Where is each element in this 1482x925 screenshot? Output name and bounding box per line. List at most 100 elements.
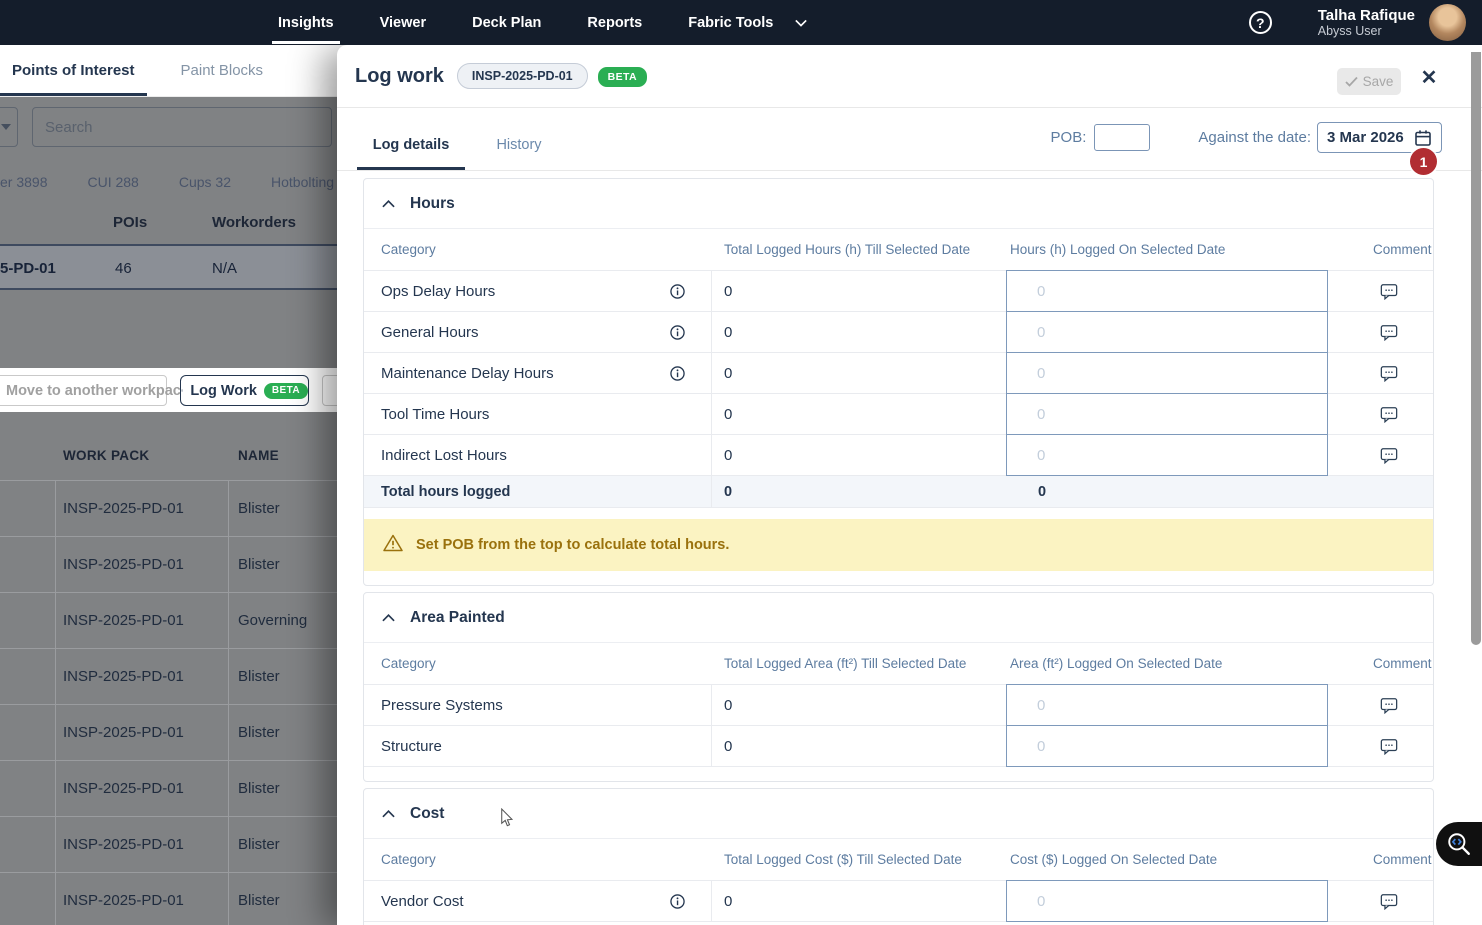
category-cell: Indirect Lost Hours xyxy=(364,435,712,476)
comment-icon[interactable] xyxy=(1378,281,1400,302)
work-table-row[interactable]: INSP-2025-PD-01 Governing xyxy=(0,592,337,648)
nav-tab-insights[interactable]: Insights xyxy=(272,0,340,45)
comment-icon[interactable] xyxy=(1378,404,1400,425)
work-table-row[interactable]: INSP-2025-PD-01 Blister xyxy=(0,816,337,872)
logged-value-input[interactable] xyxy=(1006,393,1328,435)
comment-icon[interactable] xyxy=(1378,695,1400,716)
section-title: Cost xyxy=(410,804,445,822)
screen-zoom-widget[interactable] xyxy=(1436,822,1482,866)
comment-cell xyxy=(1345,281,1433,302)
filter-chip[interactable]: Hotbolting 23 xyxy=(271,174,337,190)
section-header-hours[interactable]: Hours xyxy=(364,179,1433,229)
column-header: Comment xyxy=(1373,656,1432,671)
category-label: Indirect Lost Hours xyxy=(381,447,507,464)
dimmed-work-table: WORK PACK NAME INSP-2025-PD-01 Blister INS… xyxy=(0,412,337,925)
comment-icon[interactable] xyxy=(1378,736,1400,757)
logged-input-cell xyxy=(1006,684,1345,726)
filter-dropdown[interactable] xyxy=(0,107,18,147)
tab-history[interactable]: History xyxy=(465,120,573,170)
comment-icon[interactable] xyxy=(1378,363,1400,384)
work-table-row[interactable]: INSP-2025-PD-01 Blister xyxy=(0,704,337,760)
save-button[interactable]: Save xyxy=(1337,68,1401,95)
work-table-row[interactable]: INSP-2025-PD-01 Blister xyxy=(0,760,337,816)
comment-icon[interactable] xyxy=(1378,445,1400,466)
nav-tab-deck-plan[interactable]: Deck Plan xyxy=(472,0,541,45)
logged-value-input[interactable] xyxy=(1006,434,1328,476)
section-header-cost[interactable]: Cost xyxy=(364,789,1433,839)
info-icon[interactable] xyxy=(668,892,687,911)
workpack-id: 5-PD-01 xyxy=(0,260,56,277)
help-icon[interactable]: ? xyxy=(1248,11,1272,34)
nav-tab-reports[interactable]: Reports xyxy=(587,0,642,45)
work-pack-cell: INSP-2025-PD-01 xyxy=(63,668,184,685)
section-area-painted: Area Painted Category Total Logged Area (f… xyxy=(363,592,1434,782)
search-input[interactable] xyxy=(32,107,332,147)
pob-input[interactable] xyxy=(1094,124,1151,151)
nav-tab-label: Reports xyxy=(587,14,643,31)
work-table-row[interactable]: INSP-2025-PD-01 Blister xyxy=(0,648,337,704)
column-header: Hours (h) Logged On Selected Date xyxy=(1010,242,1226,257)
logged-value-input[interactable] xyxy=(1006,311,1328,353)
category-label: Pressure Systems xyxy=(381,697,503,714)
value: 0 xyxy=(724,893,733,910)
date-value: 3 Mar 2026 xyxy=(1327,129,1404,146)
logged-value-input[interactable] xyxy=(1006,684,1328,726)
modal-tabband: Log details History POB: Against the dat… xyxy=(337,108,1482,171)
logged-value-input[interactable] xyxy=(1006,270,1328,312)
nav-tab-label: Fabric Tools xyxy=(688,14,774,31)
value: 0 xyxy=(724,406,733,423)
tour-step-badge: 1 xyxy=(1410,148,1437,175)
logged-value-input[interactable] xyxy=(1006,880,1328,922)
filter-chip[interactable]: CUI 288 xyxy=(87,174,138,190)
value: 0 xyxy=(1038,484,1047,500)
section-header-area-painted[interactable]: Area Painted xyxy=(364,593,1433,643)
total-logged-value: 0 xyxy=(712,324,1006,341)
category-cell: Ops Delay Hours xyxy=(364,271,712,312)
nav-tab-viewer[interactable]: Viewer xyxy=(380,0,427,45)
category-cell: Pressure Systems xyxy=(364,685,712,726)
filter-chip[interactable]: Cups 32 xyxy=(179,174,231,190)
work-pack-cell: INSP-2025-PD-01 xyxy=(63,556,184,573)
info-icon[interactable] xyxy=(668,282,687,301)
tab-log-details[interactable]: Log details xyxy=(357,120,465,170)
column-header: Total Logged Cost ($) Till Selected Date xyxy=(724,852,962,867)
category-cell: Tool Time Hours xyxy=(364,394,712,435)
action-bar: Move to another workpack Log Work BETA xyxy=(0,368,352,412)
table-row: General Hours 0 xyxy=(364,311,1433,353)
col-name: NAME xyxy=(238,448,279,463)
tab-paint-blocks[interactable]: Paint Blocks xyxy=(169,45,276,96)
logged-value-input[interactable] xyxy=(1006,725,1328,767)
move-workpack-button[interactable]: Move to another workpack xyxy=(0,375,189,406)
column-header: Area (ft²) Logged On Selected Date xyxy=(1010,656,1223,671)
filter-chip[interactable]: er 3898 xyxy=(0,174,47,190)
work-table-row[interactable]: INSP-2025-PD-01 Blister xyxy=(0,536,337,592)
logged-input-cell xyxy=(1006,725,1345,767)
scrollbar[interactable] xyxy=(1471,52,1481,645)
logged-value-input[interactable] xyxy=(1006,352,1328,394)
info-icon[interactable] xyxy=(668,364,687,383)
info-icon[interactable] xyxy=(668,323,687,342)
column-header: Category xyxy=(381,656,436,671)
pob-warning-banner: Set POB from the top to calculate total … xyxy=(364,519,1433,571)
name-cell: Blister xyxy=(238,780,280,797)
nav-tab-label: Viewer xyxy=(379,14,427,31)
comment-icon[interactable] xyxy=(1378,322,1400,343)
beta-badge: BETA xyxy=(263,382,308,399)
name-cell: Blister xyxy=(238,500,280,517)
close-icon[interactable]: ✕ xyxy=(1415,64,1443,92)
comment-cell xyxy=(1345,695,1433,716)
log-work-button[interactable]: Log Work BETA xyxy=(180,375,309,406)
nav-tab-fabric-tools[interactable]: Fabric Tools xyxy=(688,0,808,45)
work-table-row[interactable]: INSP-2025-PD-01 Blister xyxy=(0,480,337,536)
comment-icon[interactable] xyxy=(1378,891,1400,912)
tab-points-of-interest[interactable]: Points of Interest xyxy=(0,45,147,96)
date-controls: POB: Against the date: 3 Mar 2026 xyxy=(1051,122,1442,153)
selected-poi-row[interactable]: 5-PD-01 46 N/A xyxy=(0,244,337,290)
user-menu[interactable]: Talha Rafique Abyss User xyxy=(1318,4,1466,41)
name-cell: Blister xyxy=(238,892,280,909)
table-header-row: Category Total Logged Area (ft²) Till Sel… xyxy=(364,643,1433,685)
work-table-row[interactable]: INSP-2025-PD-01 Blister xyxy=(0,872,337,925)
comment-cell xyxy=(1345,404,1433,425)
value: 0 xyxy=(724,365,733,382)
